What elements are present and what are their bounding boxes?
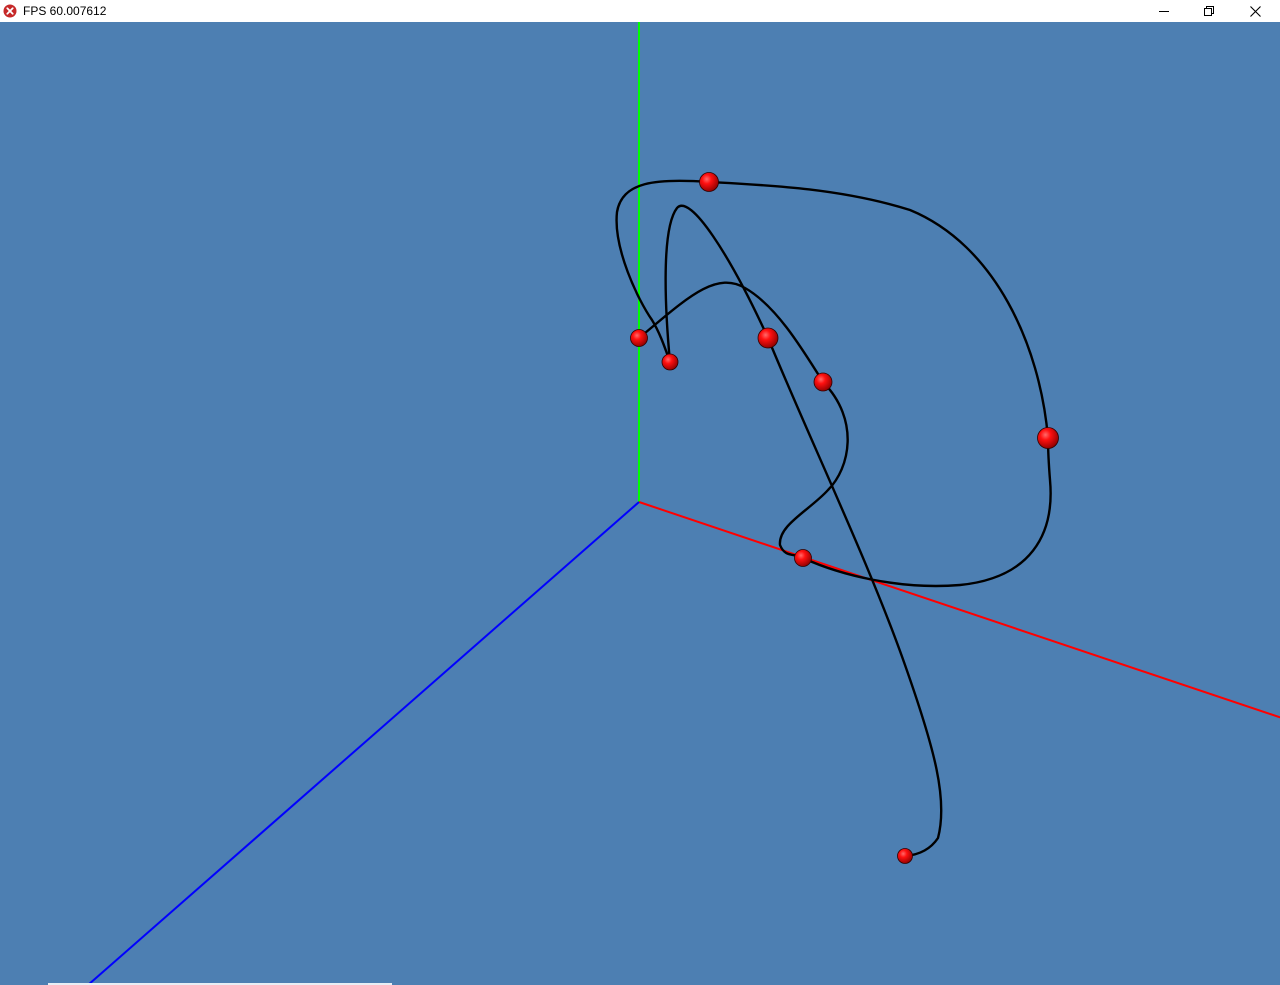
error-icon: [3, 4, 17, 18]
control-point[interactable]: [1037, 427, 1059, 449]
control-point[interactable]: [699, 172, 719, 192]
close-button[interactable]: [1232, 0, 1278, 22]
restore-button[interactable]: [1186, 0, 1232, 22]
minimize-icon: [1159, 6, 1169, 16]
scene-canvas[interactable]: [0, 22, 1280, 985]
3d-viewport[interactable]: [0, 22, 1280, 985]
control-point[interactable]: [897, 848, 913, 864]
window-title: FPS 60.007612: [23, 4, 107, 18]
minimize-button[interactable]: [1141, 0, 1187, 22]
close-icon: [1249, 5, 1261, 17]
spline-curve: [615, 179, 1052, 858]
restore-icon: [1204, 6, 1214, 16]
control-point[interactable]: [757, 327, 779, 349]
control-point[interactable]: [813, 372, 833, 392]
z-axis: [87, 501, 640, 985]
control-point[interactable]: [794, 549, 812, 567]
x-axis: [638, 501, 1280, 719]
control-point[interactable]: [661, 353, 679, 371]
control-point[interactable]: [630, 329, 648, 347]
window-titlebar[interactable]: FPS 60.007612: [0, 0, 1280, 22]
